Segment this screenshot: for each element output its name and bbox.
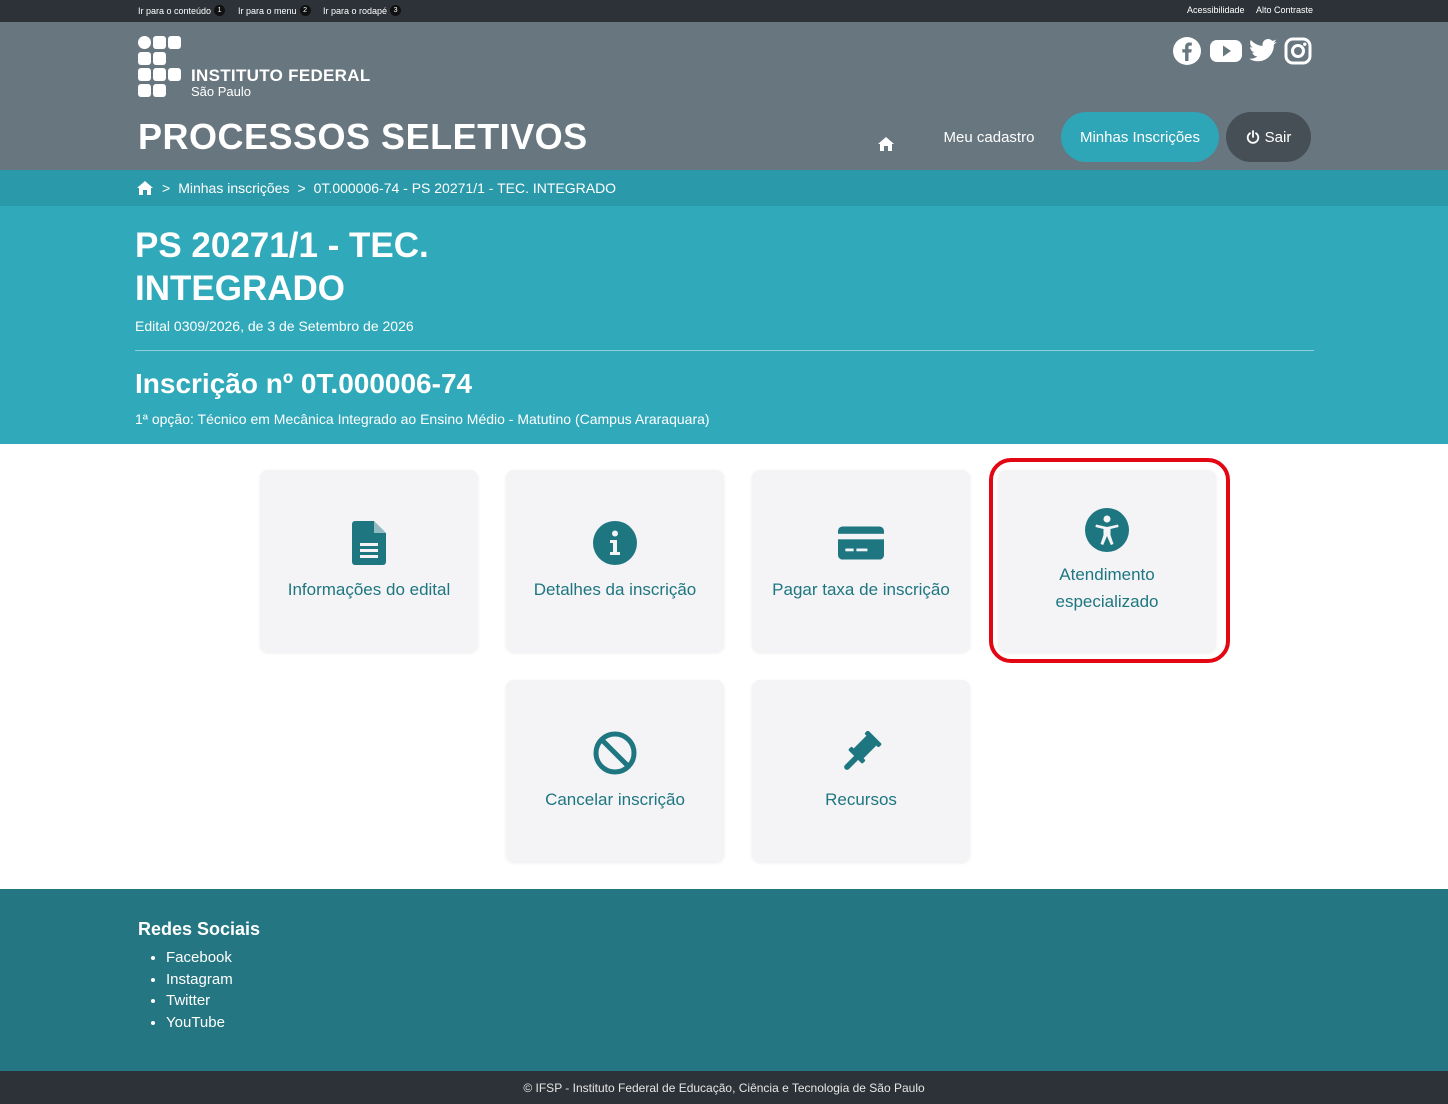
card-label: Pagar taxa de inscrição [772, 579, 950, 599]
nav-minhas-inscricoes[interactable]: Minhas Inscrições [1061, 112, 1219, 162]
skip-footer-key: 3 [390, 5, 402, 16]
footer-link-instagram[interactable]: Instagram [166, 971, 233, 988]
logo-subtitle: São Paulo [191, 84, 251, 99]
logout-button[interactable]: Sair [1226, 112, 1311, 162]
youtube-icon[interactable] [1209, 36, 1243, 71]
accessibility-icon [1084, 507, 1130, 553]
list-item: Facebook [166, 947, 233, 969]
footer-social-list: Facebook Instagram Twitter YouTube [166, 947, 233, 1034]
breadcrumb-home[interactable] [136, 180, 154, 196]
footer-link-twitter[interactable]: Twitter [166, 992, 210, 1009]
footer-link-facebook[interactable]: Facebook [166, 949, 232, 966]
skip-content-key: 1 [214, 5, 226, 16]
nav-meu-cadastro[interactable]: Meu cadastro [930, 112, 1048, 162]
skip-menu-label: Ir para o menu [238, 5, 297, 16]
accessibility-link[interactable]: Acessibilidade [1187, 5, 1245, 15]
breadcrumb: > Minhas inscrições > 0T.000006-74 - PS … [0, 170, 1448, 206]
accessibility-bar: Ir para o conteúdo 1 Ir para o menu 2 Ir… [0, 0, 1448, 22]
edital-info: Edital 0309/2026, de 3 de Setembro de 20… [135, 318, 414, 334]
skip-menu-key: 2 [299, 5, 311, 16]
nav-home-link[interactable] [868, 128, 904, 160]
skip-to-content-link[interactable]: Ir para o conteúdo 1 [138, 5, 226, 16]
card-informacoes-edital[interactable]: Informações do edital [260, 470, 478, 652]
card-detalhes-inscricao[interactable]: Detalhes da inscrição [506, 470, 724, 652]
breadcrumb-current: 0T.000006-74 - PS 20271/1 - TEC. INTEGRA… [313, 180, 617, 196]
skip-content-label: Ir para o conteúdo [138, 5, 212, 16]
card-label: Cancelar inscrição [545, 789, 685, 809]
high-contrast-link[interactable]: Alto Contraste [1256, 5, 1313, 15]
logout-label: Sair [1264, 128, 1292, 146]
breadcrumb-separator: > [162, 180, 171, 196]
card-recursos[interactable]: Recursos [752, 680, 970, 862]
card-label: Recursos [825, 789, 897, 809]
gavel-icon [838, 730, 884, 776]
twitter-icon[interactable] [1248, 36, 1278, 71]
power-icon [1246, 130, 1259, 144]
card-label: Informações do edital [287, 579, 451, 599]
copyright-text: © IFSP - Instituto Federal de Educação, … [523, 1080, 925, 1095]
course-option: 1ª opção: Técnico em Mecânica Integrado … [135, 411, 710, 427]
footer-link-youtube[interactable]: YouTube [166, 1014, 225, 1031]
ban-icon [592, 730, 638, 776]
document-icon [346, 520, 392, 566]
process-title: PS 20271/1 - TEC. INTEGRADO [135, 226, 429, 308]
list-item: Instagram [166, 969, 233, 991]
inscricao-number: Inscrição nº 0T.000006-74 [135, 368, 473, 399]
divider [135, 350, 1314, 351]
footer-social-title: Redes Sociais [138, 919, 261, 939]
copyright-bar: © IFSP - Instituto Federal de Educação, … [0, 1071, 1448, 1104]
info-icon [592, 520, 638, 566]
card-label: Detalhes da inscrição [533, 579, 697, 599]
breadcrumb-separator: > [297, 180, 306, 196]
breadcrumb-minhas-inscricoes[interactable]: Minhas inscrições [178, 180, 289, 196]
process-header: PS 20271/1 - TEC. INTEGRADO Edital 0309/… [0, 206, 1448, 444]
skip-to-menu-link[interactable]: Ir para o menu 2 [238, 5, 311, 16]
card-pagar-taxa[interactable]: Pagar taxa de inscrição [752, 470, 970, 652]
card-label: Atendimento especializado [1055, 565, 1159, 611]
site-header: INSTITUTO FEDERAL São Paulo PROCESSOS SE… [0, 22, 1448, 170]
footer: Redes Sociais Facebook Instagram Twitter… [0, 889, 1448, 1071]
skip-footer-label: Ir para o rodapé [323, 5, 388, 16]
home-icon [137, 181, 153, 195]
instagram-icon[interactable] [1284, 37, 1312, 65]
list-item: Twitter [166, 990, 233, 1012]
card-atendimento-especializado[interactable]: Atendimento especializado [998, 470, 1216, 652]
page-title: PROCESSOS SELETIVOS [138, 116, 588, 157]
list-item: YouTube [166, 1012, 233, 1034]
home-icon [878, 137, 894, 151]
skip-to-footer-link[interactable]: Ir para o rodapé 3 [323, 5, 402, 16]
credit-card-icon [838, 520, 884, 566]
card-cancelar-inscricao[interactable]: Cancelar inscrição [506, 680, 724, 862]
facebook-icon[interactable] [1172, 36, 1202, 71]
logo-title: INSTITUTO FEDERAL [191, 66, 371, 85]
ifsp-logo[interactable]: INSTITUTO FEDERAL São Paulo [138, 36, 371, 99]
